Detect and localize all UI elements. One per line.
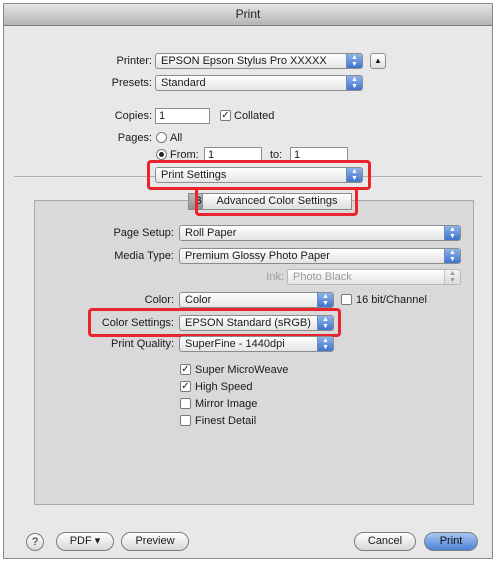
- presets-label: Presets:: [111, 77, 152, 89]
- highlight-advanced-tab: [195, 187, 358, 216]
- popup-arrows-icon: ▲ ▼: [317, 337, 333, 351]
- pages-label: Pages:: [117, 132, 152, 144]
- mirror-image-checkbox[interactable]: [180, 398, 191, 409]
- copies-label: Copies:: [114, 110, 152, 122]
- collated-label: Collated: [234, 110, 275, 122]
- page-setup-popup[interactable]: Roll Paper ▲ ▼: [179, 225, 461, 241]
- finest-detail-checkbox[interactable]: [180, 415, 191, 426]
- popup-arrows-icon: ▲ ▼: [444, 226, 460, 240]
- presets-popup[interactable]: Standard ▲ ▼: [155, 75, 363, 91]
- settings-pane: [34, 200, 474, 505]
- color-popup[interactable]: Color ▲ ▼: [179, 292, 334, 308]
- printer-label: Printer:: [116, 55, 152, 67]
- 16-bit-label: 16 bit/Channel: [356, 294, 427, 306]
- high-speed-label: High Speed: [195, 381, 253, 393]
- finest-detail-label: Finest Detail: [195, 415, 257, 427]
- high-speed-checkbox[interactable]: ✓: [180, 381, 191, 392]
- help-button[interactable]: ?: [26, 533, 44, 551]
- super-microweave-label: Super MicroWeave: [195, 364, 289, 376]
- presets-value: Standard: [161, 77, 206, 89]
- print-button[interactable]: Print: [424, 532, 478, 551]
- window-title: Print: [4, 4, 492, 26]
- ink-value: Photo Black: [293, 271, 352, 283]
- pages-all-radio[interactable]: [156, 132, 167, 143]
- popup-arrows-icon: ▲ ▼: [444, 249, 460, 263]
- popup-arrows-icon: ▲ ▼: [444, 270, 460, 284]
- color-label: Color:: [144, 294, 174, 306]
- media-type-label: Media Type:: [114, 250, 174, 262]
- pages-from-radio[interactable]: [156, 149, 167, 160]
- copies-input[interactable]: 1: [155, 108, 210, 124]
- popup-arrows-icon: ▲ ▼: [346, 76, 362, 90]
- print-dialog: Print Printer: EPSON Epson Stylus Pro XX…: [3, 3, 493, 559]
- media-type-popup[interactable]: Premium Glossy Photo Paper ▲ ▼: [179, 248, 461, 264]
- print-quality-label: Print Quality:: [111, 338, 174, 350]
- printer-value: EPSON Epson Stylus Pro XXXXX: [161, 55, 327, 67]
- mirror-image-label: Mirror Image: [195, 398, 258, 410]
- expand-dialog-button[interactable]: ▲: [370, 53, 386, 69]
- pdf-menu-button[interactable]: PDF ▾: [56, 532, 114, 551]
- highlight-print-settings: [147, 160, 371, 190]
- page-setup-value: Roll Paper: [185, 227, 237, 239]
- super-microweave-checkbox[interactable]: ✓: [180, 364, 191, 375]
- print-quality-popup[interactable]: SuperFine - 1440dpi ▲ ▼: [179, 336, 334, 352]
- pages-all-label: All: [170, 132, 183, 144]
- popup-arrows-icon: ▲ ▼: [346, 54, 362, 68]
- popup-arrows-icon: ▲ ▼: [317, 293, 333, 307]
- ink-popup: Photo Black ▲ ▼: [287, 269, 461, 285]
- preview-button[interactable]: Preview: [121, 532, 189, 551]
- printer-popup[interactable]: EPSON Epson Stylus Pro XXXXX ▲ ▼: [155, 53, 363, 69]
- 16-bit-checkbox[interactable]: [341, 294, 352, 305]
- print-quality-value: SuperFine - 1440dpi: [185, 338, 285, 350]
- highlight-color-settings: [88, 308, 341, 337]
- cancel-button[interactable]: Cancel: [354, 532, 416, 551]
- collated-checkbox[interactable]: ✓: [220, 110, 231, 121]
- color-value: Color: [185, 294, 212, 306]
- ink-label: Ink:: [266, 271, 284, 283]
- media-type-value: Premium Glossy Photo Paper: [185, 250, 330, 262]
- page-setup-label: Page Setup:: [113, 227, 174, 239]
